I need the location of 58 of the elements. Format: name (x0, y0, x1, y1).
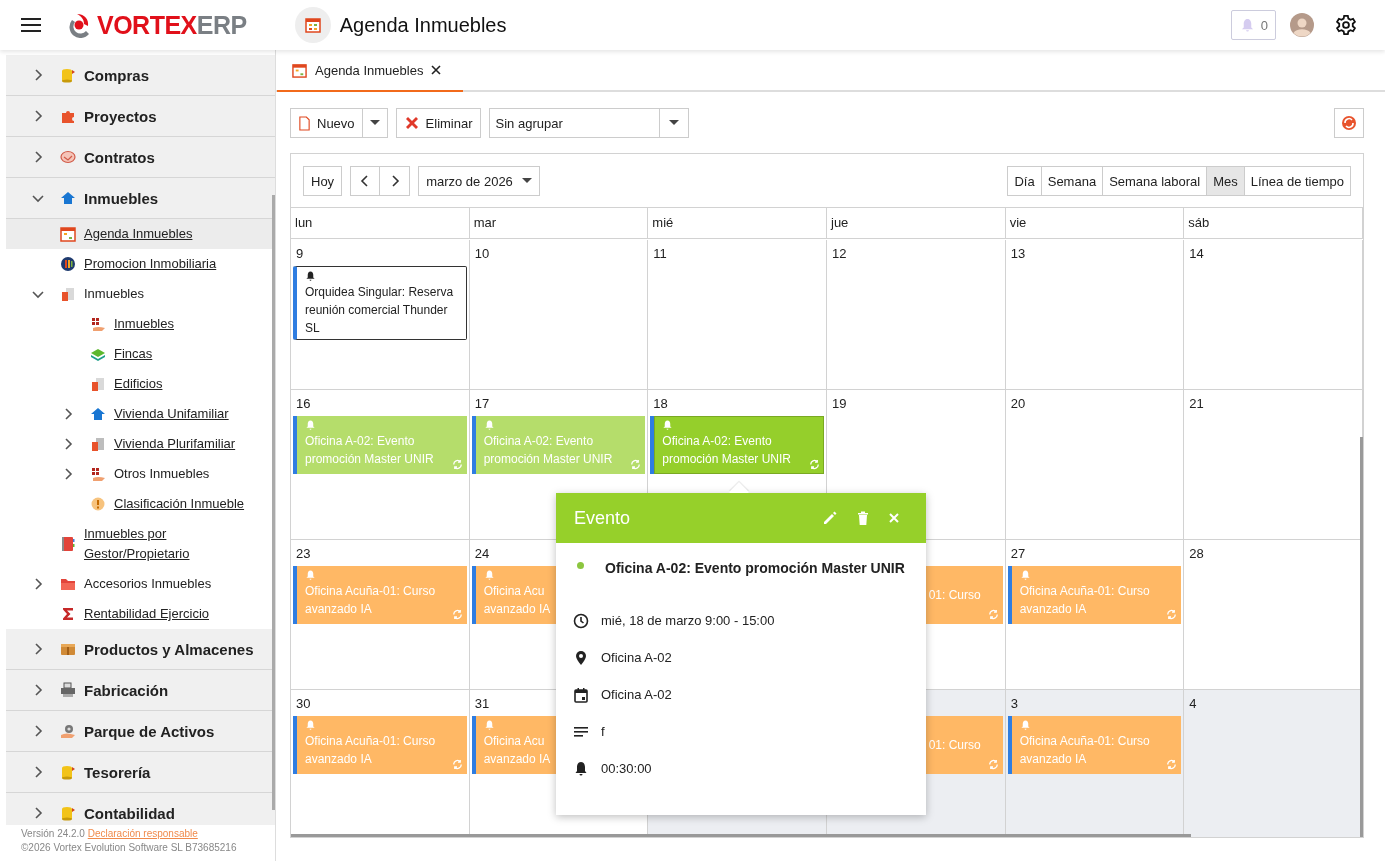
event-title: avanzado IA (483, 751, 551, 768)
event-title: avanzado IA (1019, 751, 1087, 768)
day-number: 9 (296, 246, 304, 261)
weekday-header: sáb (1184, 208, 1363, 238)
event-title: Oficina Acuña-01: Curso (1019, 583, 1150, 600)
day-number: 23 (296, 546, 311, 561)
detail-text: f (601, 724, 605, 739)
event-title: Oficina Acu (483, 733, 545, 750)
day-number: 19 (832, 396, 847, 411)
day-number: 28 (1189, 546, 1204, 561)
day-number: 14 (1189, 246, 1204, 261)
day-number: 31 (474, 696, 490, 711)
event-title: promoción Master UNIR (305, 451, 434, 468)
weekday-header: mar (469, 208, 649, 238)
day-number: 4 (1189, 696, 1197, 711)
day-number: 30 (296, 696, 311, 711)
event-name: Oficina A-02: Evento promoción Master UNIR (605, 559, 905, 578)
event-title: avanzado IA (305, 601, 372, 618)
day-number: 3 (1010, 696, 1018, 711)
day-number: 18 (653, 396, 668, 411)
weekday-header: lun (291, 208, 470, 238)
event-title: promoción Master UNIR (662, 451, 792, 468)
event-title: avanzado IA (305, 751, 372, 768)
day-number: 13 (1010, 246, 1026, 261)
event-title: Oficina Acu (483, 583, 545, 600)
day-number: 24 (474, 546, 490, 561)
event-title: promoción Master UNIR (483, 451, 613, 468)
event-title: Oficina Acuña-01: Curso (1019, 733, 1150, 750)
day-number: 12 (832, 246, 847, 261)
event-title: 01: Curso (928, 587, 981, 604)
detail-text: mié, 18 de marzo 9:00 - 15:00 (601, 613, 775, 628)
logo-text: VORTEXERP (97, 10, 247, 40)
day-number: 21 (1189, 396, 1204, 411)
event-title: Oficina Acuña-01: Curso (305, 733, 436, 750)
event-title: Oficina Acuña-01: Curso (305, 583, 436, 600)
copyright-text: ©2026 Vortex Evolution Software SL B73685216 (21, 841, 238, 855)
detail-text: 00:30:00 (601, 761, 652, 776)
event-title: Oficina A-02: Evento (662, 433, 772, 450)
weekday-header: jue (827, 208, 1006, 238)
event-title: Orquidea Singular: Reserva reunión comercial Thunder SL (305, 284, 455, 337)
version-text: Versión 24.2.0 (21, 828, 85, 839)
event-title: Oficina A-02: Evento (483, 433, 594, 450)
weekday-header: mié (648, 208, 827, 238)
event-title: avanzado IA (1019, 601, 1087, 618)
day-number: 17 (474, 396, 490, 411)
detail-text: Oficina A-02 (601, 687, 672, 702)
page-title: Agenda Inmuebles (339, 13, 507, 37)
day-number: 20 (1010, 396, 1026, 411)
day-number: 27 (1010, 546, 1026, 561)
day-number: 11 (653, 246, 667, 261)
detail-text: Oficina A-02 (601, 650, 672, 665)
weekday-header: vie (1005, 208, 1185, 238)
event-title: Oficina A-02: Evento (305, 433, 415, 450)
day-number: 10 (474, 246, 490, 261)
day-number: 16 (296, 396, 311, 411)
popup-title: Evento (574, 507, 632, 529)
event-title: 01: Curso (928, 737, 981, 754)
event-title: avanzado IA (483, 601, 551, 618)
